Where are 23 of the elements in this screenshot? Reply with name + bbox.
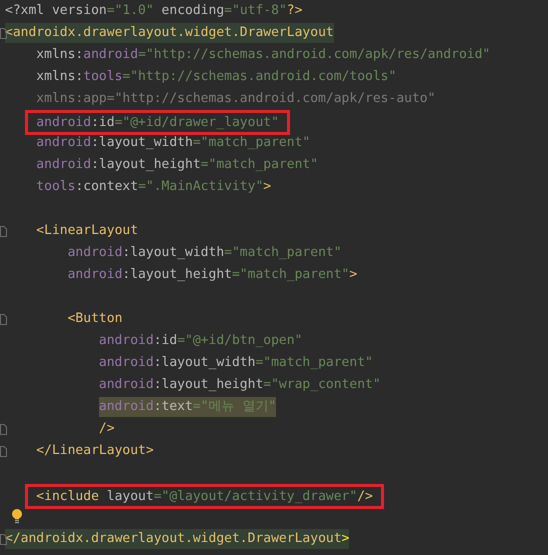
- fold-icon[interactable]: [0, 226, 7, 237]
- code-line: <?xml version="1.0" encoding="utf-8"?>: [5, 2, 302, 20]
- code-line: android:layout_height="match_parent": [36, 156, 318, 174]
- code-line: />: [98, 420, 115, 438]
- fold-icon[interactable]: [0, 424, 7, 435]
- code-line: xmlns:android="http://schemas.android.com/apk/res/android": [36, 46, 490, 64]
- code-line: android:id="@+id/btn_open": [98, 332, 302, 350]
- code-line: android:layout_height="match_parent">: [68, 266, 358, 284]
- lightbulb-icon[interactable]: [12, 509, 22, 524]
- code-line: tools:context=".MainActivity">: [36, 178, 272, 196]
- fold-icon[interactable]: [0, 314, 7, 325]
- code-line: </LinearLayout>: [36, 442, 154, 460]
- code-line: <Button: [68, 310, 122, 328]
- code-line: android:layout_width="match_parent": [68, 244, 342, 262]
- code-line: android:layout_height="wrap_content": [98, 376, 381, 394]
- fold-icon[interactable]: [0, 534, 7, 545]
- code-line: xmlns:tools="http://schemas.android.com/tools": [36, 68, 396, 86]
- fold-icon[interactable]: [0, 446, 7, 457]
- fold-icon[interactable]: [0, 28, 7, 39]
- code-line: android:layout_width="match_parent": [98, 354, 373, 372]
- code-line: android:layout_width="match_parent": [36, 134, 310, 152]
- code-line: <LinearLayout: [36, 222, 138, 240]
- code-line: xmlns:app="http://schemas.android.com/apk/res-auto": [36, 90, 436, 108]
